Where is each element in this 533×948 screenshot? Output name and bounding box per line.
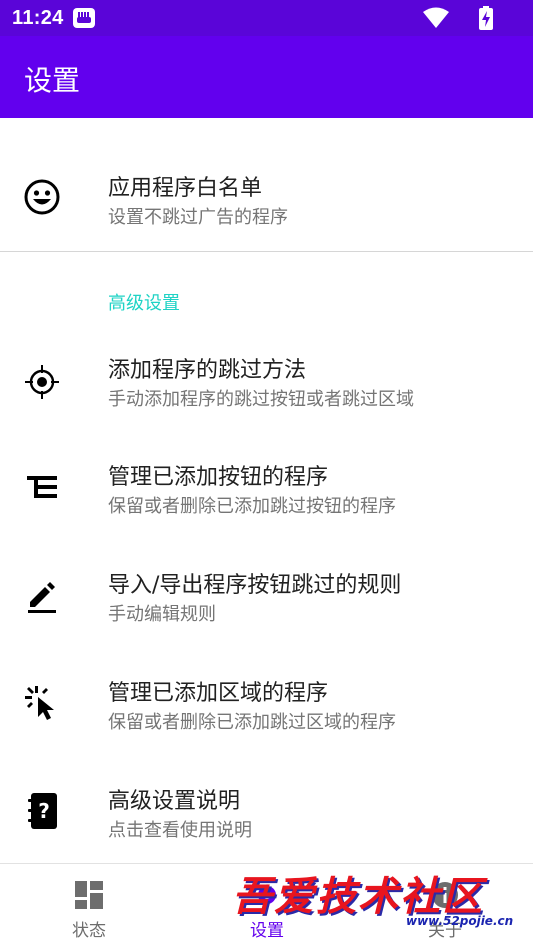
battery-charging-icon — [479, 6, 493, 30]
notification-icon — [73, 8, 95, 28]
divider — [0, 251, 533, 252]
setting-item-manage-region-apps[interactable]: 管理已添加区域的程序 保留或者删除已添加跳过区域的程序 — [0, 653, 533, 753]
setting-item-title: 高级设置说明 — [108, 789, 241, 814]
page-title: 设置 — [24, 64, 81, 97]
status-bar: 11:24 — [0, 0, 533, 36]
tab-about[interactable]: 关于 — [356, 864, 533, 948]
tree-list-icon — [22, 468, 62, 508]
setting-item-manage-button-apps[interactable]: 管理已添加按钮的程序 保留或者删除已添加跳过按钮的程序 — [0, 437, 533, 537]
tab-settings[interactable]: 设置 — [178, 864, 356, 948]
wifi-icon — [423, 7, 449, 28]
settings-icon — [258, 886, 276, 904]
setting-item-title: 管理已添加按钮的程序 — [108, 465, 329, 490]
setting-item-title: 管理已添加区域的程序 — [108, 681, 329, 706]
crosshair-icon — [22, 362, 62, 402]
tab-status[interactable]: 状态 — [0, 864, 178, 948]
setting-item-import-export-rules[interactable]: 导入/导出程序按钮跳过的规则 手动编辑规则 — [0, 545, 533, 645]
setting-item-subtitle: 设置不跳过广告的程序 — [108, 207, 288, 228]
app-bar: 设置 — [0, 36, 533, 118]
pencil-icon — [22, 575, 62, 615]
svg-text:?: ? — [38, 799, 50, 823]
status-time: 11:24 — [12, 7, 64, 29]
info-icon — [432, 882, 458, 908]
setting-item-subtitle: 手动添加程序的跳过按钮或者跳过区域 — [108, 389, 414, 410]
setting-item-title: 添加程序的跳过方法 — [108, 358, 307, 383]
setting-item-subtitle: 点击查看使用说明 — [108, 820, 252, 841]
setting-item-help[interactable]: ? 高级设置说明 点击查看使用说明 — [0, 761, 533, 861]
setting-item-whitelist[interactable]: 应用程序白名单 设置不跳过广告的程序 — [0, 146, 533, 246]
setting-item-subtitle: 保留或者删除已添加跳过区域的程序 — [108, 712, 396, 733]
tab-label: 关于 — [428, 921, 462, 941]
section-header: 高级设置 — [108, 293, 180, 314]
setting-item-add-skip-method[interactable]: 添加程序的跳过方法 手动添加程序的跳过按钮或者跳过区域 — [0, 330, 533, 430]
dashboard-icon — [75, 881, 103, 909]
tab-label: 设置 — [250, 921, 284, 941]
cursor-click-icon — [22, 683, 62, 723]
tab-label: 状态 — [72, 921, 106, 941]
help-notebook-icon: ? — [22, 791, 62, 831]
setting-item-title: 导入/导出程序按钮跳过的规则 — [108, 573, 402, 598]
setting-item-subtitle: 保留或者删除已添加跳过按钮的程序 — [108, 496, 396, 517]
setting-item-subtitle: 手动编辑规则 — [108, 604, 216, 625]
setting-item-title: 应用程序白名单 — [108, 176, 263, 201]
smiley-icon — [22, 177, 62, 217]
bottom-navigation: 状态 设置 关于 — [0, 863, 533, 948]
